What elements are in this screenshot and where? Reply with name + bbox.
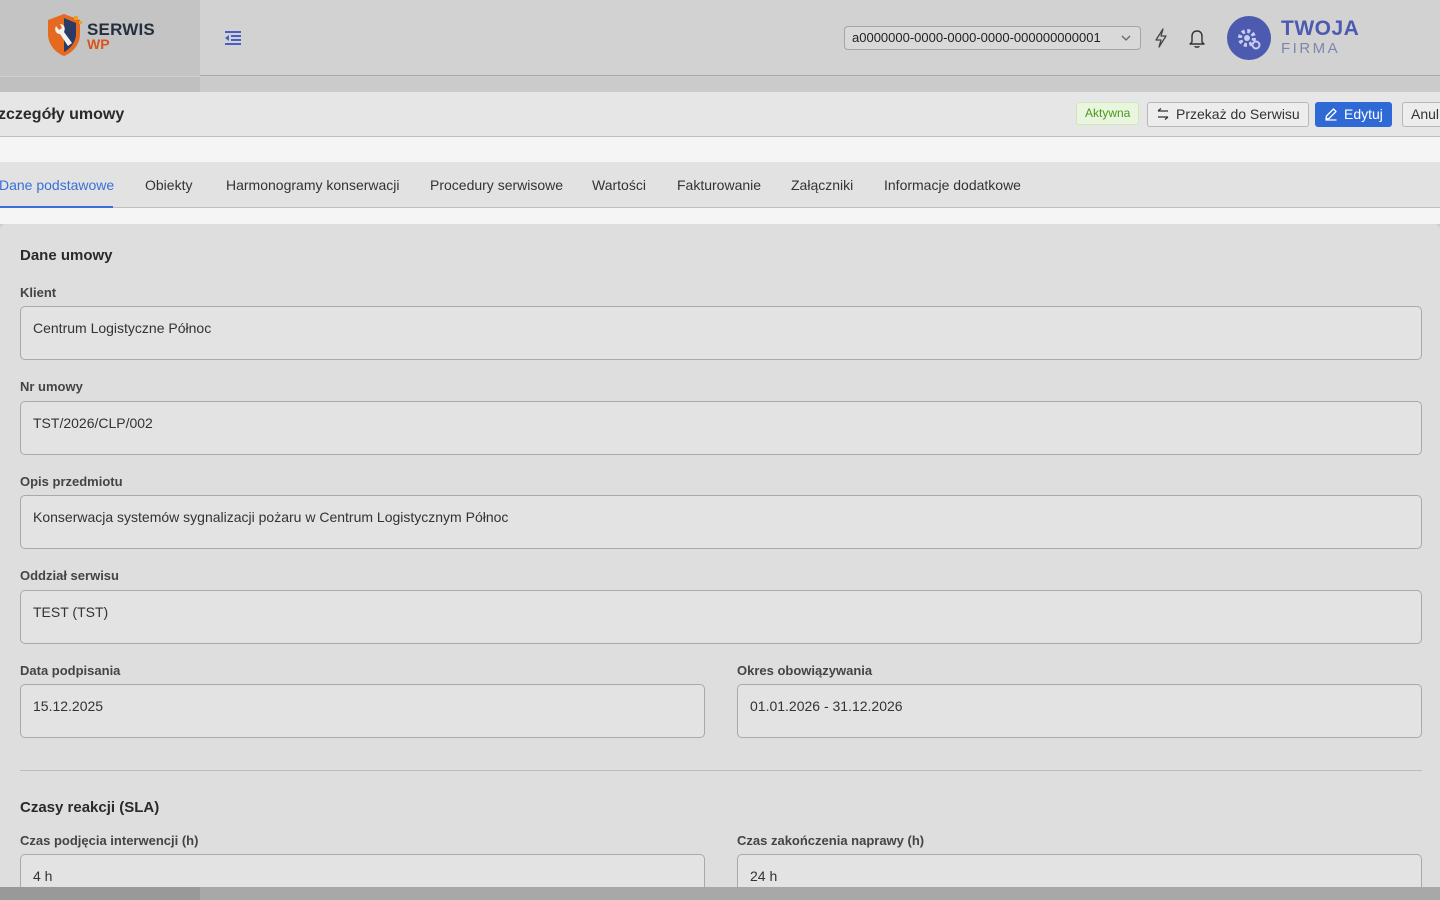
pencil-icon [1325,108,1337,121]
section-title-sla: Czasy reakcji (SLA) [20,799,160,816]
top-header: SERWIS WP a0000000-0000-0000-0000-000000… [0,0,1440,76]
contract-number-field[interactable]: TST/2026/CLP/002 [20,401,1422,455]
company-avatar[interactable] [1227,16,1271,60]
brand-subname: WP [87,36,110,52]
repair-time-field[interactable]: 24 h [737,854,1422,887]
intervention-time-field[interactable]: 4 h [20,854,705,887]
branch-label: Oddział serwisu [20,568,119,583]
menu-collapse-icon[interactable] [222,28,244,48]
tab-procedury[interactable]: Procedury serwisowe [430,177,563,193]
signed-date-field[interactable]: 15.12.2025 [20,684,705,738]
section-divider [20,770,1422,771]
spacer [0,208,1440,224]
gear-icon [1238,29,1261,50]
client-field[interactable]: Centrum Logistyczne Północ [20,306,1422,360]
description-label: Opis przedmiotu [20,474,123,489]
company-name: TWOJA [1281,17,1360,40]
validity-label: Okres obowiązywania [737,663,873,678]
signed-date-label: Data podpisania [20,663,121,678]
transfer-to-service-button[interactable]: Przekaż do Serwisu [1147,102,1309,127]
tab-zalaczniki[interactable]: Załączniki [791,177,853,193]
validity-field[interactable]: 01.01.2026 - 31.12.2026 [737,684,1422,738]
tenant-select-value: a0000000-0000-0000-0000-000000000001 [852,30,1101,45]
lightning-icon[interactable] [1151,27,1171,49]
tab-fakturowanie[interactable]: Fakturowanie [677,177,761,193]
description-field[interactable]: Konserwacja systemów sygnalizacji pożaru… [20,495,1422,549]
intervention-time-label: Czas podjęcia interwencji (h) [20,833,199,848]
tab-dane-podstawowe[interactable]: Dane podstawowe [0,177,114,193]
tab-wartosci[interactable]: Wartości [592,177,646,193]
page-title: zczegóły umowy [0,106,125,123]
brand-area[interactable]: SERWIS WP [0,0,200,76]
tenant-select[interactable]: a0000000-0000-0000-0000-000000000001 [844,26,1141,50]
status-badge: Aktywna [1076,102,1140,125]
contract-number-label: Nr umowy [20,379,83,394]
edit-button-label: Edytuj [1344,106,1383,122]
client-label: Klient [20,285,57,300]
page-titlebar: zczegóły umowy Aktywna Przekaż do Serwis… [0,92,1440,137]
edit-button[interactable]: Edytuj [1315,102,1392,127]
section-title-contract: Dane umowy [20,247,113,264]
repair-time-label: Czas zakończenia naprawy (h) [737,833,925,848]
chevron-down-icon [1121,35,1131,41]
tab-informacje-dodatkowe[interactable]: Informacje dodatkowe [884,177,1021,193]
swap-arrows-icon [1157,108,1169,120]
tab-harmonogramy[interactable]: Harmonogramy konserwacji [226,177,400,193]
tab-bar: Dane podstawowe Obiekty Harmonogramy kon… [0,162,1440,208]
bottom-scroll-strip [0,887,1440,900]
company-name-sub: FIRMA [1281,40,1341,57]
bell-icon[interactable] [1187,27,1207,49]
branch-field[interactable]: TEST (TST) [20,590,1422,644]
transfer-button-label: Przekaż do Serwisu [1176,106,1300,122]
tab-obiekty[interactable]: Obiekty [145,177,192,193]
contract-details-panel: Dane umowy Klient Centrum Logistyczne Pó… [0,224,1440,887]
spacer [0,137,1440,162]
header-strip [0,77,1440,92]
shield-wrench-logo-icon [48,14,82,56]
cancel-contract-button[interactable]: Anul [1402,102,1440,127]
cancel-button-label: Anul [1411,106,1440,122]
